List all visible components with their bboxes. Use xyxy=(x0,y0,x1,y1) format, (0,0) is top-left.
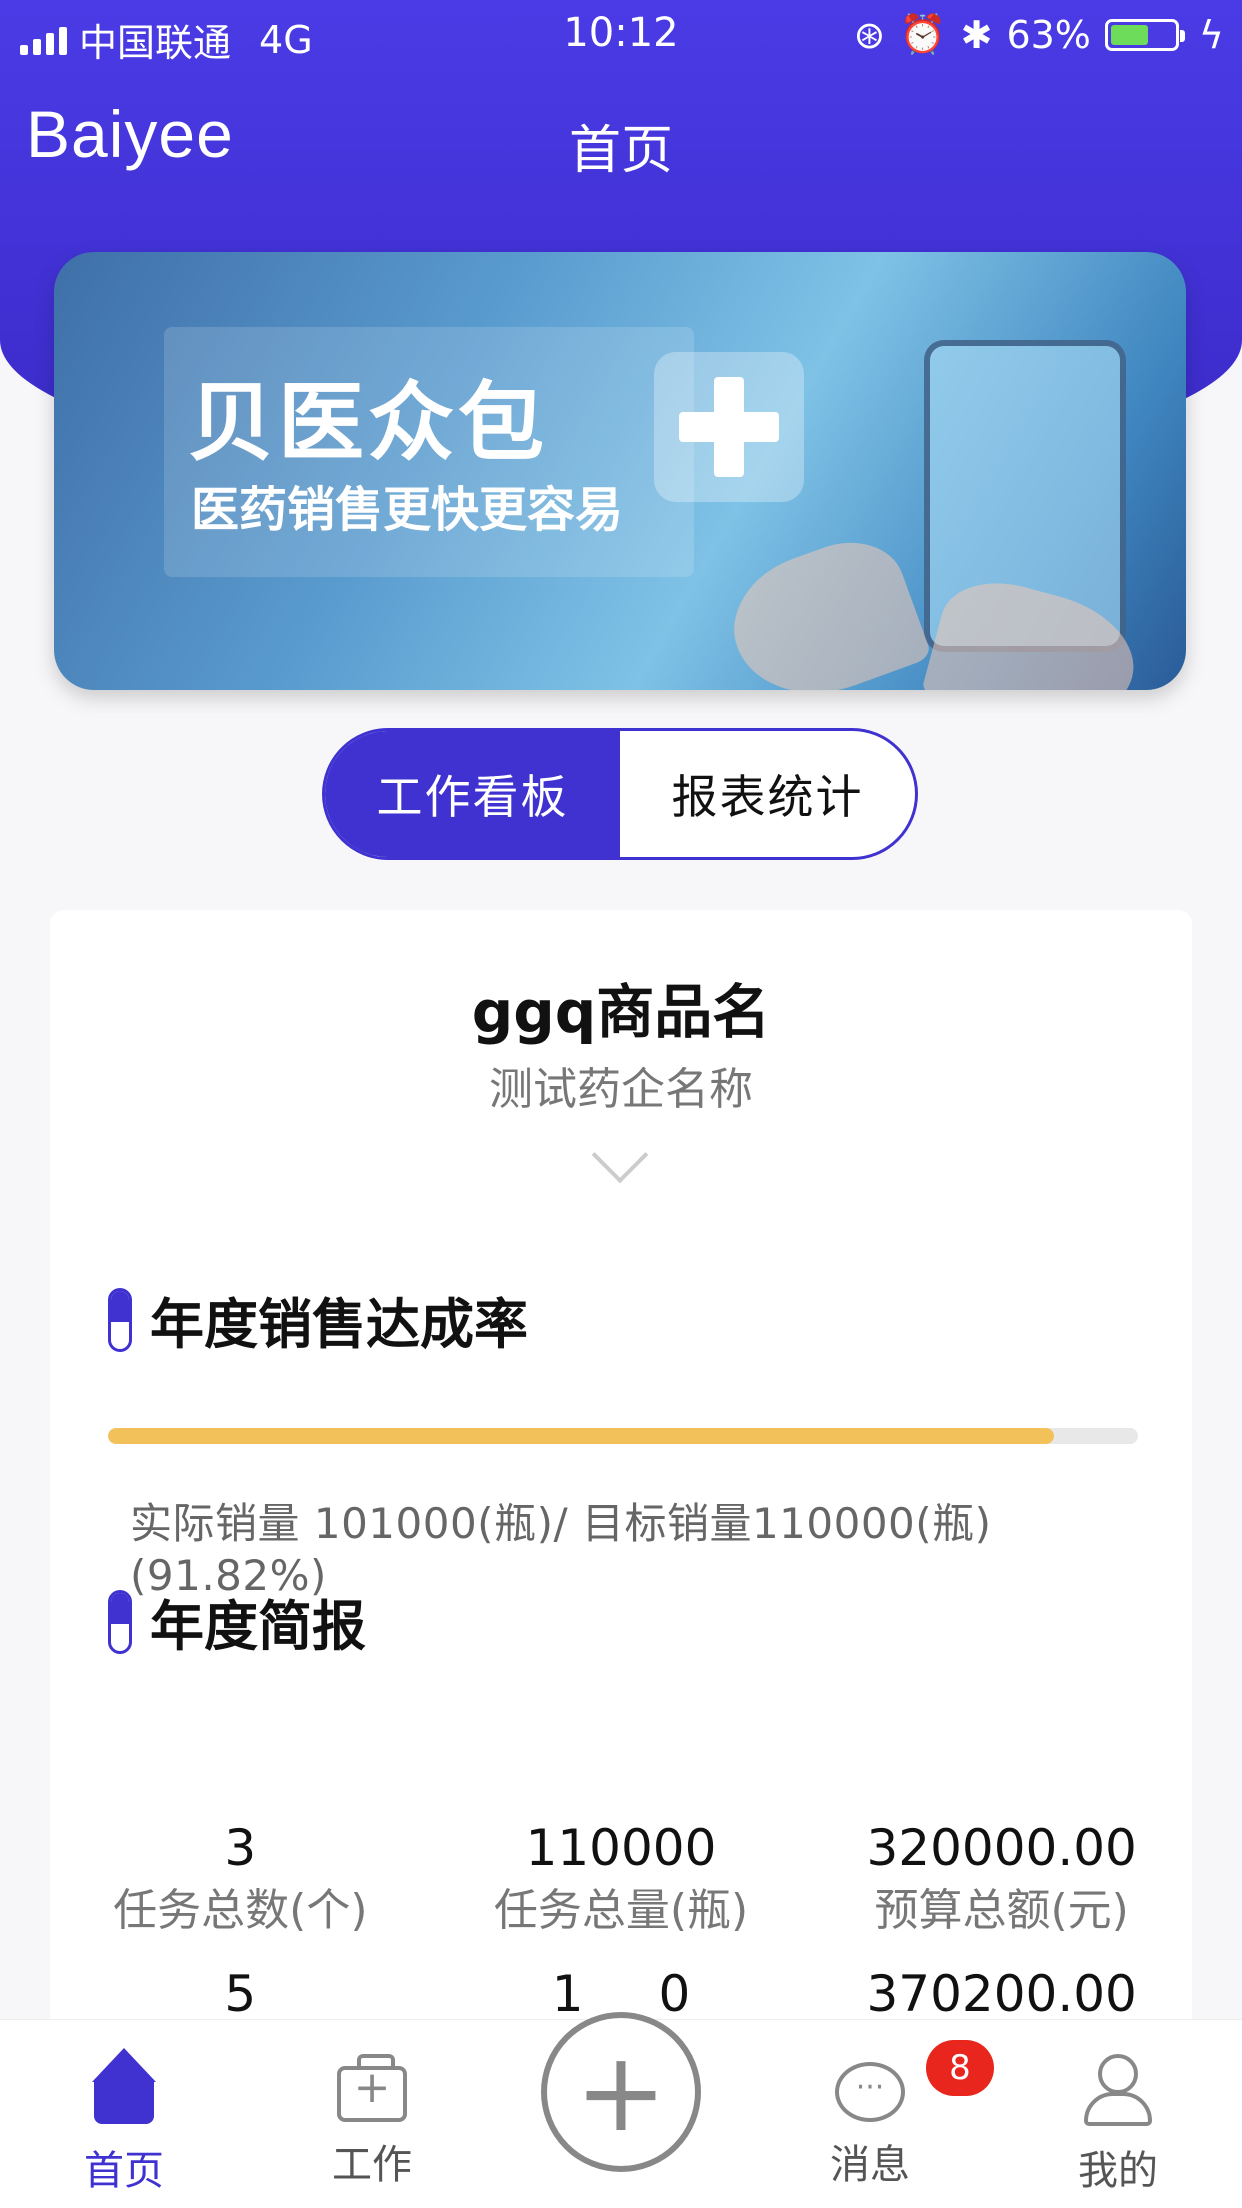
tab-report-stats[interactable]: 报表统计 xyxy=(620,731,915,857)
sales-progress-fill xyxy=(108,1428,1054,1444)
sales-rate-heading: 年度销售达成率 xyxy=(108,1280,528,1359)
message-badge: 8 xyxy=(926,2040,994,2096)
company-name: 测试药企名称 xyxy=(489,1064,753,1115)
stat-value: 370200.00 xyxy=(866,1965,1137,2023)
annual-stats: 3 任务总数(个) 110000 任务总量(瓶) 320000.00 预算总额(… xyxy=(50,1815,1192,2027)
stat-label: 预算总额(元) xyxy=(874,1885,1129,1936)
tab-label: 首页 xyxy=(84,2148,164,2194)
stat-task-count: 3 任务总数(个) xyxy=(50,1815,431,1941)
tab-label: 工作 xyxy=(332,2142,412,2188)
stat-value: 3 xyxy=(224,1819,257,1877)
alarm-icon: ⏰ xyxy=(899,12,947,56)
lock-rotation-icon: ⊛ xyxy=(853,12,886,57)
charging-icon: ϟ xyxy=(1198,12,1224,57)
page-title: 首页 xyxy=(568,121,673,181)
stat-task-volume: 110000 任务总量(瓶) xyxy=(431,1815,812,1941)
tab-home[interactable]: 首页 xyxy=(44,2036,204,2196)
stat-cell: 5 xyxy=(50,1961,431,2027)
hand-illustration xyxy=(715,525,933,690)
banner-subtitle: 医药销售更快更容易 xyxy=(191,482,624,538)
battery-percent: 63% xyxy=(1006,12,1091,57)
status-bar: 中国联通 4G 10:12 ⊛ ⏰ ✱ 63% ϟ xyxy=(0,0,1242,66)
sales-progress-bar xyxy=(108,1428,1138,1444)
stat-label: 任务总数(个) xyxy=(113,1885,368,1936)
add-button[interactable]: + xyxy=(541,2012,701,2172)
annual-report-heading: 年度简报 xyxy=(108,1582,366,1661)
stats-row: 3 任务总数(个) 110000 任务总量(瓶) 320000.00 预算总额(… xyxy=(50,1815,1192,1941)
status-right: ⊛ ⏰ ✱ 63% ϟ xyxy=(853,12,1224,57)
section-title: 年度简报 xyxy=(150,1595,366,1658)
battery-icon xyxy=(1104,18,1185,51)
chevron-down-icon[interactable] xyxy=(591,1126,649,1184)
section-title: 年度销售达成率 xyxy=(150,1293,528,1356)
stat-value: 5 xyxy=(224,1965,257,2023)
stat-label: 任务总量(瓶) xyxy=(493,1885,749,1936)
user-icon xyxy=(1078,2048,1158,2128)
capsule-icon xyxy=(108,1589,132,1654)
message-icon xyxy=(835,2062,905,2122)
tab-label: 我的 xyxy=(1078,2148,1158,2194)
medical-cross-icon xyxy=(654,352,804,502)
banner-title: 贝医众包 xyxy=(188,373,548,473)
tab-label: 消息 xyxy=(830,2142,910,2188)
stat-budget-total: 320000.00 预算总额(元) xyxy=(811,1815,1192,1941)
dashboard-card: ggq商品名 测试药企名称 年度销售达成率 实际销量 101000(瓶)/ 目标… xyxy=(50,910,1192,2060)
view-switcher: 工作看板 报表统计 xyxy=(322,728,918,860)
tab-work[interactable]: 工作 xyxy=(292,2036,452,2190)
capsule-icon xyxy=(108,1287,132,1352)
briefcase-icon xyxy=(337,2054,407,2122)
promo-banner[interactable]: 贝医众包 医药销售更快更容易 xyxy=(54,252,1186,690)
stat-cell: 370200.00 xyxy=(811,1961,1192,2027)
battery-fill xyxy=(1110,24,1148,45)
bluetooth-icon: ✱ xyxy=(960,12,993,57)
tab-me[interactable]: 我的 xyxy=(1038,2036,1198,2196)
stat-value: 320000.00 xyxy=(866,1819,1137,1877)
add-icon: + xyxy=(574,2028,668,2156)
tab-work-board[interactable]: 工作看板 xyxy=(325,731,620,857)
product-name: ggq商品名 xyxy=(471,978,771,1046)
stat-value: 110000 xyxy=(525,1819,717,1877)
home-icon xyxy=(84,2048,164,2128)
tab-messages[interactable]: 消息 xyxy=(790,2036,950,2190)
